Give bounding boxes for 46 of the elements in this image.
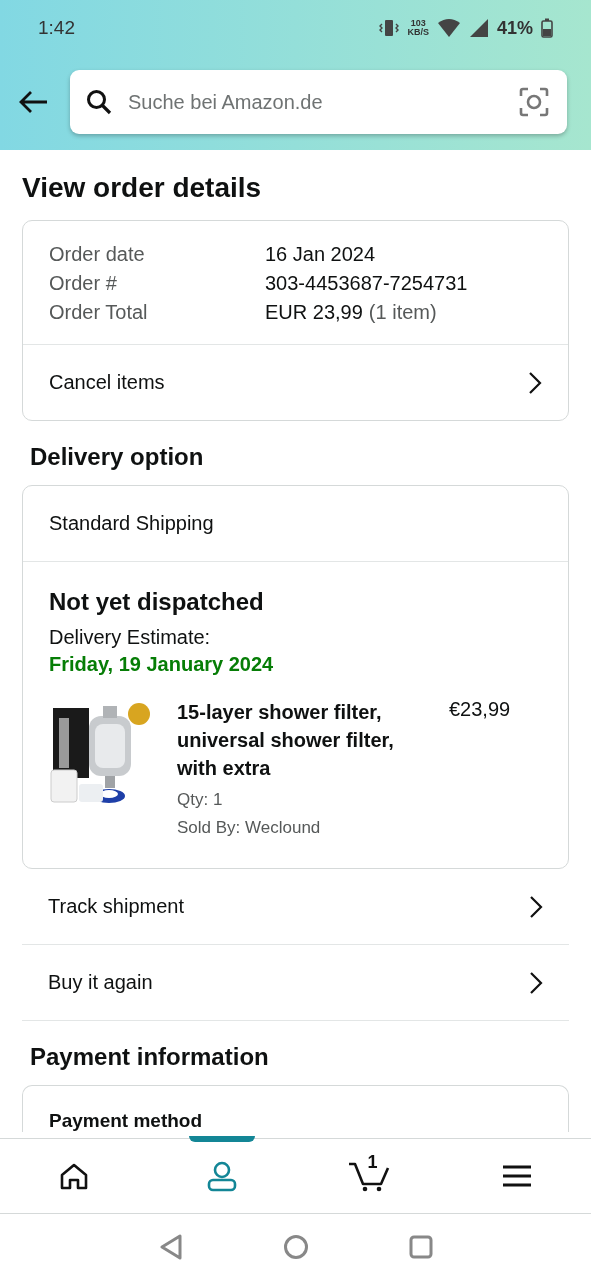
wifi-icon xyxy=(436,18,461,38)
recents-square-icon[interactable] xyxy=(408,1235,433,1259)
field-value: 16 Jan 2024 xyxy=(265,243,376,266)
selected-indicator xyxy=(188,1136,255,1142)
vibrate-icon xyxy=(379,18,400,38)
page-title: View order details xyxy=(22,172,263,204)
seller: Sold By: Weclound xyxy=(177,818,322,838)
field-label: Order date xyxy=(49,243,146,266)
signal-icon xyxy=(468,18,489,38)
network-speed: 103 KB/S xyxy=(407,19,429,37)
search-field[interactable]: Suche bei Amazon.de xyxy=(70,70,567,134)
home-circle-icon[interactable] xyxy=(282,1234,309,1260)
home-icon xyxy=(58,1162,89,1190)
person-icon xyxy=(205,1160,238,1192)
estimate-label: Delivery Estimate: xyxy=(49,626,212,649)
back-triangle-icon[interactable] xyxy=(158,1234,183,1260)
status-time: 1:42 xyxy=(38,17,76,39)
action-row[interactable]: Buy it again xyxy=(22,945,569,1021)
product-title[interactable]: 15-layer shower filter, universal shower filter, with extra xyxy=(177,698,427,782)
action-row[interactable]: Track shipment xyxy=(22,869,569,945)
back-arrow-icon[interactable] xyxy=(18,90,48,114)
nav-tab[interactable]: 1 xyxy=(295,1139,444,1213)
payment-method-label: Payment method xyxy=(49,1110,204,1132)
search-icon xyxy=(86,89,112,115)
field-value: EUR 23,99 xyxy=(265,301,363,324)
field-label: Order # xyxy=(49,272,118,295)
estimate-date: Friday, 19 January 2024 xyxy=(49,653,275,676)
menu-icon xyxy=(502,1164,533,1188)
quantity: Qty: 1 xyxy=(177,790,224,810)
section-heading: Delivery option xyxy=(30,443,205,471)
field-value: 303-4453687-7254731 xyxy=(265,272,468,295)
cart-count: 1 xyxy=(367,1152,378,1173)
battery-icon xyxy=(541,18,553,38)
chevron-right-icon xyxy=(529,970,543,995)
chevron-right-icon xyxy=(528,370,542,395)
cancel-items-row[interactable]: Cancel items xyxy=(23,344,568,420)
shipment-status: Not yet dispatched xyxy=(49,588,265,616)
price: €23,99 xyxy=(449,698,511,722)
field-label: Order Total xyxy=(49,301,149,324)
chevron-right-icon xyxy=(529,894,543,919)
battery-percent: 41% xyxy=(496,17,533,39)
item-count: (1 item) xyxy=(368,301,437,324)
search-input[interactable]: Suche bei Amazon.de xyxy=(126,89,505,115)
shipping-method: Standard Shipping xyxy=(48,511,215,536)
camera-scan-icon[interactable] xyxy=(519,87,549,117)
section-heading: Payment information xyxy=(30,1043,270,1071)
